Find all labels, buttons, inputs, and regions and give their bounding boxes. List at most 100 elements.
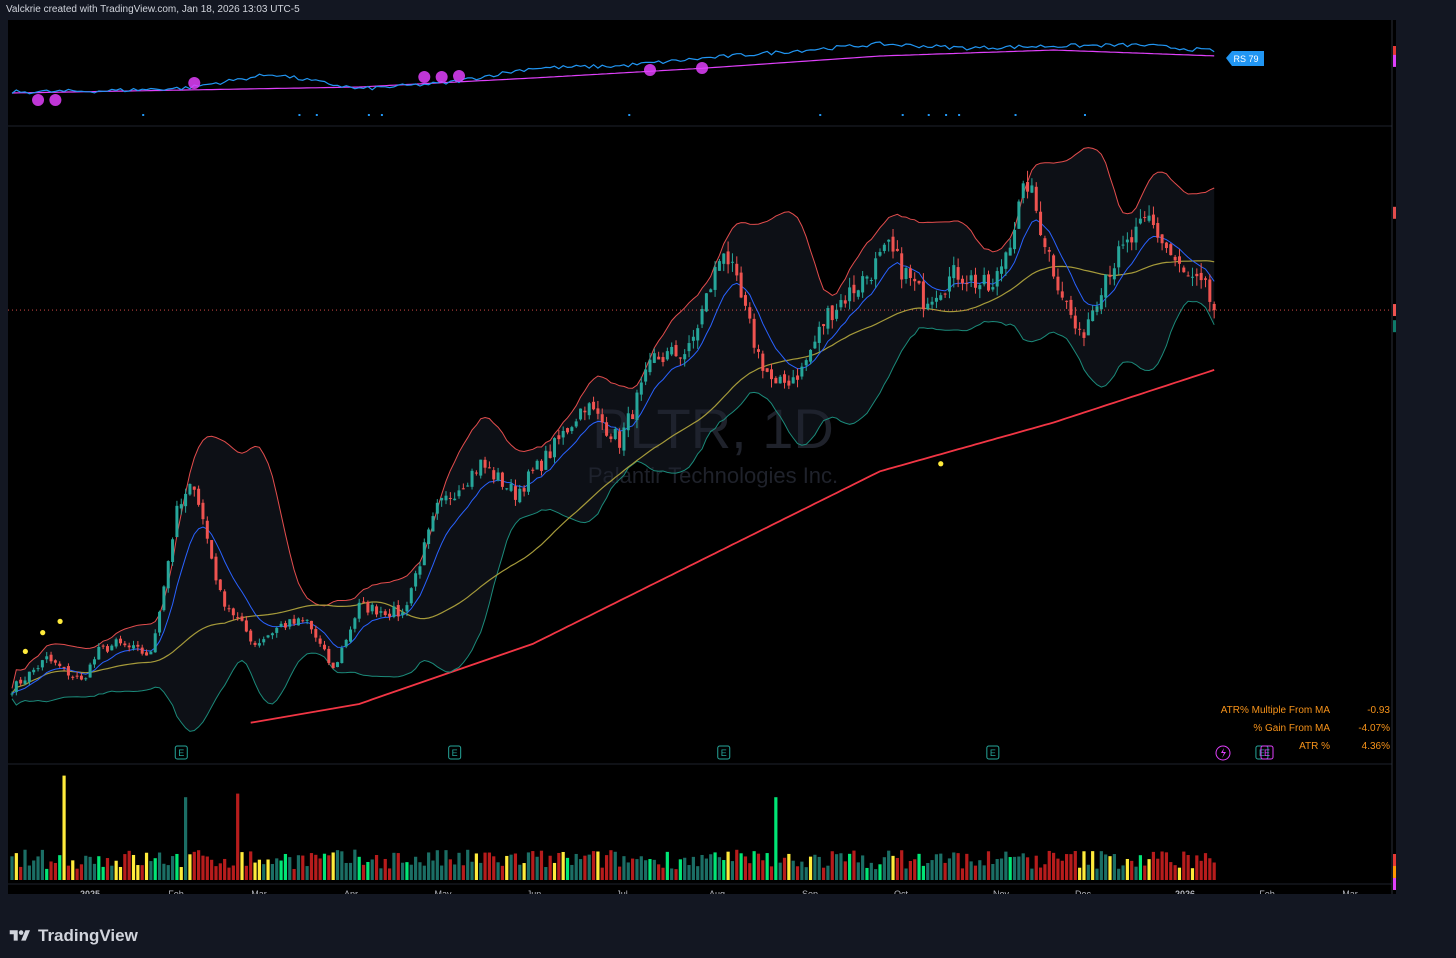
volume-bar xyxy=(1121,865,1125,880)
candle-body xyxy=(197,488,201,505)
candle-body xyxy=(518,488,522,503)
candle-body xyxy=(761,353,765,371)
volume-bar xyxy=(283,853,288,880)
volume-bar xyxy=(613,851,617,880)
axis-badge: 196.87 xyxy=(1393,206,1425,219)
candle-body xyxy=(639,382,643,395)
time-axis-tick: Jun xyxy=(527,889,542,894)
candle-body xyxy=(114,639,118,647)
volume-bar xyxy=(1147,859,1151,880)
volume-bar xyxy=(162,863,166,880)
volume-bar xyxy=(570,864,574,880)
volume-bar xyxy=(483,852,487,880)
volume-bar xyxy=(405,862,409,880)
volume-bar xyxy=(210,859,214,880)
time-axis-tick: Mar xyxy=(251,889,267,894)
volume-bar xyxy=(301,855,305,880)
volume-bar xyxy=(223,858,227,880)
candle-body xyxy=(726,251,730,265)
candle-body xyxy=(318,638,322,644)
volume-bar xyxy=(557,852,561,880)
volume-bar xyxy=(1069,854,1073,880)
candle-body xyxy=(145,652,149,656)
volume-bar xyxy=(717,857,722,880)
volume-bar xyxy=(500,865,505,880)
volume-bar xyxy=(1004,851,1008,880)
volume-bar xyxy=(891,855,895,880)
candle-body xyxy=(956,267,960,280)
volume-bar xyxy=(457,852,461,880)
volume-bar xyxy=(1060,860,1064,880)
candle-body xyxy=(162,586,166,611)
rs-new-high-dot xyxy=(453,70,466,82)
volume-bar xyxy=(1208,858,1212,880)
volume-bar xyxy=(600,867,604,880)
candle-body xyxy=(717,261,721,271)
candle-body xyxy=(743,295,747,306)
candle-body xyxy=(10,693,14,695)
candle-body xyxy=(674,345,678,357)
bollinger-band-fill xyxy=(12,147,1215,732)
candle-body xyxy=(444,495,448,501)
volume-bar xyxy=(913,859,917,880)
candle-body xyxy=(97,646,101,660)
candle-body xyxy=(244,620,248,632)
volume-bar xyxy=(1108,856,1112,880)
earnings-letter: E xyxy=(178,748,184,758)
candle-body xyxy=(952,265,956,279)
axis-badge: 166.66 xyxy=(1393,320,1425,333)
candle-body xyxy=(1147,215,1151,221)
volume-bar xyxy=(84,855,88,880)
chart-svg[interactable]: PLTR, 1D Palantir Technologies Inc. RS 7… xyxy=(8,20,1433,899)
volume-bar xyxy=(71,860,75,880)
volume-bar xyxy=(713,852,717,880)
time-axis[interactable]: 2025 Feb Mar Apr May Jun Jul Aug Sep Oct Nov Dec 202… xyxy=(80,889,1358,899)
chart-area[interactable]: PLTR, 1D Palantir Technologies Inc. RS 7… xyxy=(8,20,1433,899)
rs-tick-dot xyxy=(927,114,930,116)
volume-bar xyxy=(522,863,526,880)
volume-bar xyxy=(205,856,209,880)
candle-body xyxy=(1026,182,1030,192)
volume-bar xyxy=(1186,855,1190,880)
volume-bar xyxy=(105,858,110,880)
candle-body xyxy=(492,470,496,480)
volume-bar xyxy=(999,858,1004,880)
volume-bar xyxy=(704,858,708,880)
volume-bar xyxy=(27,865,31,880)
candle-body xyxy=(613,429,617,439)
volume-bar xyxy=(1047,850,1051,880)
volume-bar xyxy=(839,853,843,880)
rs-tick-dot xyxy=(958,114,961,116)
volume-bar xyxy=(292,868,296,880)
candle-body xyxy=(336,662,339,668)
volume-bar xyxy=(184,797,188,880)
candle-body xyxy=(166,561,170,589)
time-axis-tick: Feb xyxy=(168,889,184,894)
volume-bar xyxy=(192,851,196,880)
volume-bar xyxy=(1195,855,1199,880)
volume-bar xyxy=(982,865,986,880)
earnings-marker-icon: E xyxy=(717,745,731,760)
candle-body xyxy=(405,605,409,612)
volume-bar xyxy=(670,868,674,880)
volume-bar xyxy=(535,856,539,880)
volume-bar xyxy=(791,860,795,880)
volume-bar xyxy=(479,862,483,880)
stat-value: -0.93 xyxy=(1367,705,1390,716)
volume-panel xyxy=(10,775,1216,880)
volume-bar xyxy=(895,857,899,880)
volume-bar xyxy=(882,857,886,880)
candle-body xyxy=(921,281,925,310)
volume-bar xyxy=(270,863,274,880)
volume-bar xyxy=(991,863,995,880)
volume-bar xyxy=(652,859,656,880)
tradingview-brand[interactable]: TradingView xyxy=(8,926,138,946)
volume-bar xyxy=(492,856,496,880)
volume-bar xyxy=(947,858,952,880)
candle-body xyxy=(1008,247,1012,256)
candle-body xyxy=(388,613,392,617)
volume-bar xyxy=(318,858,322,880)
volume-bar xyxy=(387,868,392,880)
candle-body xyxy=(618,431,622,448)
volume-bar xyxy=(943,862,947,880)
